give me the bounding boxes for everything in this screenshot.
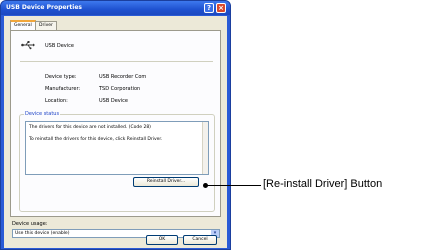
window-title: USB Device Properties	[6, 4, 82, 11]
callout-annotation: [Re-install Driver] Button	[263, 178, 383, 190]
close-button[interactable]: ×	[216, 3, 226, 13]
location-label: Location:	[45, 98, 68, 104]
device-status-label: Device status	[24, 111, 61, 117]
help-button[interactable]: ?	[204, 3, 214, 13]
tab-driver[interactable]: Driver	[35, 21, 57, 30]
device-usage-value: Use this device (enable)	[15, 231, 70, 236]
manufacturer-value: TSD Corporation	[99, 86, 141, 92]
device-name: USB Device	[45, 43, 74, 49]
device-status-group: Device status The drivers for this devic…	[19, 111, 215, 212]
device-usage-label: Device usage:	[12, 221, 48, 227]
ok-button[interactable]: OK	[146, 235, 178, 245]
manufacturer-label: Manufacturer:	[45, 86, 81, 92]
reinstall-driver-button[interactable]: Reinstall Driver...	[133, 177, 199, 187]
location-value: USB Device	[99, 98, 128, 104]
title-bar: USB Device Properties ? ×	[1, 1, 230, 15]
properties-window: USB Device Properties ? × General Driver…	[0, 0, 231, 250]
usb-icon	[21, 41, 35, 50]
device-status-textbox[interactable]: The drivers for this device are not inst…	[25, 121, 209, 175]
tab-general[interactable]: General	[10, 20, 36, 30]
device-type-value: USB Recorder Com	[99, 74, 147, 80]
device-type-label: Device type:	[45, 74, 77, 80]
divider	[20, 61, 213, 62]
status-line: The drivers for this device are not inst…	[29, 125, 151, 130]
dialog-client-area: General Driver USB Device Device type: U…	[4, 16, 227, 248]
cancel-button[interactable]: Cancel	[183, 235, 217, 245]
callout-line	[205, 185, 261, 186]
status-scrollbar[interactable]	[202, 122, 208, 174]
status-line: To reinstall the drivers for this device…	[29, 137, 163, 142]
general-tab-panel: USB Device Device type: USB Recorder Com…	[10, 30, 221, 217]
